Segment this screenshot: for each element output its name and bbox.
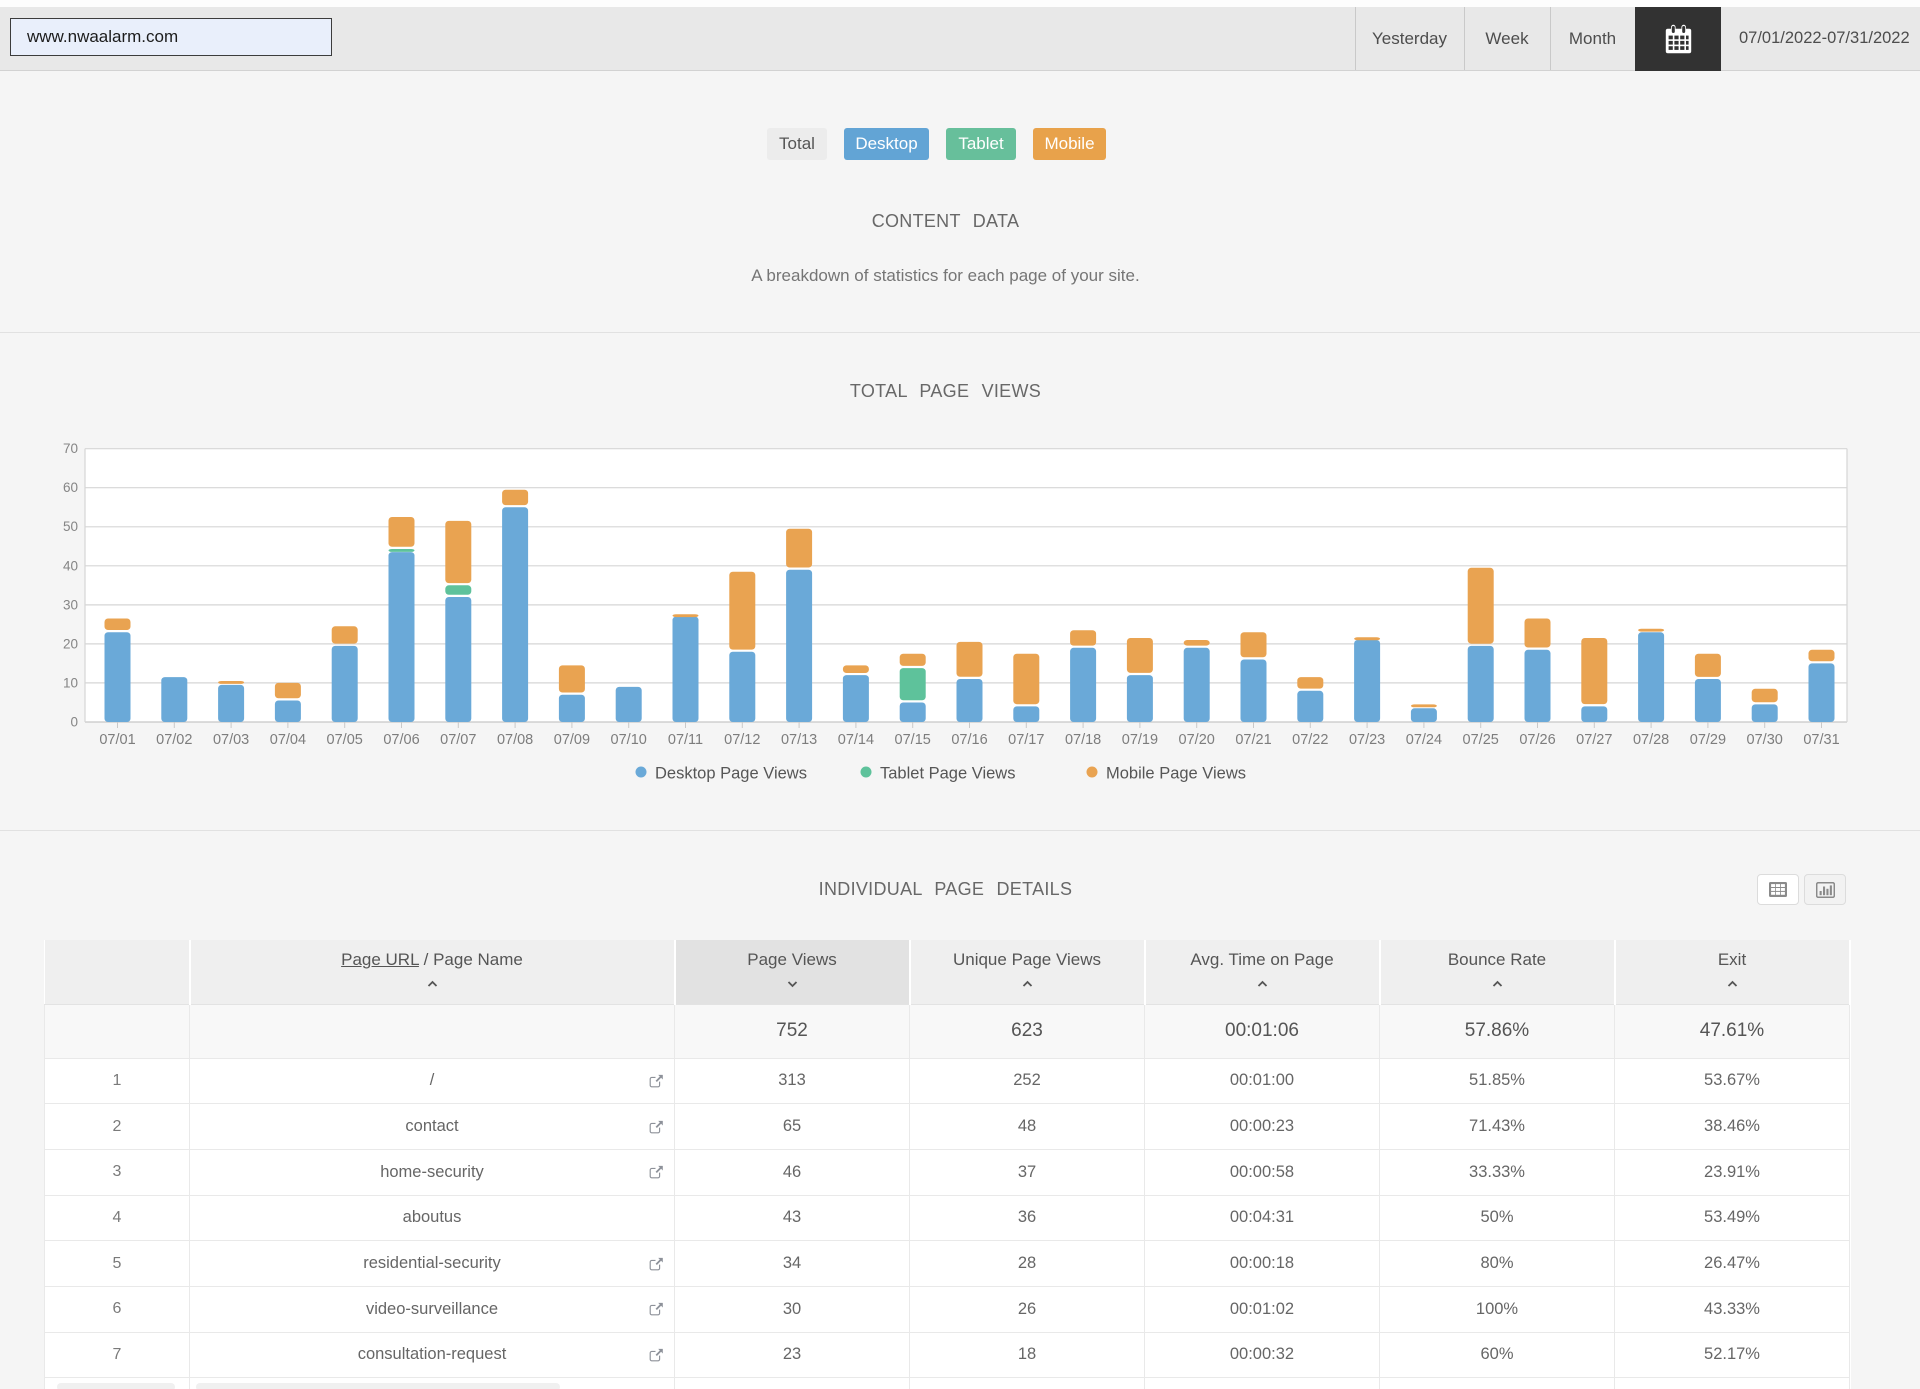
svg-text:07/29: 07/29 [1690,732,1726,748]
svg-text:07/24: 07/24 [1406,732,1442,748]
svg-text:07/22: 07/22 [1292,732,1328,748]
svg-text:07/09: 07/09 [554,732,590,748]
svg-text:07/03: 07/03 [213,732,249,748]
svg-text:60: 60 [63,480,78,495]
svg-text:0: 0 [70,715,78,730]
svg-text:40: 40 [63,558,78,573]
svg-text:07/05: 07/05 [327,732,363,748]
svg-text:50: 50 [63,519,78,534]
svg-text:07/01: 07/01 [99,732,135,748]
svg-text:10: 10 [63,675,78,690]
svg-text:07/31: 07/31 [1803,732,1839,748]
svg-text:07/30: 07/30 [1747,732,1783,748]
svg-text:07/12: 07/12 [724,732,760,748]
svg-text:07/11: 07/11 [668,732,703,748]
svg-text:07/28: 07/28 [1633,732,1669,748]
svg-text:20: 20 [63,636,78,651]
svg-text:07/04: 07/04 [270,732,306,748]
svg-text:07/13: 07/13 [781,732,817,748]
svg-text:07/02: 07/02 [156,732,192,748]
svg-text:07/27: 07/27 [1576,732,1612,748]
svg-text:07/18: 07/18 [1065,732,1101,748]
svg-text:07/19: 07/19 [1122,732,1158,748]
svg-text:07/23: 07/23 [1349,732,1385,748]
svg-text:07/06: 07/06 [383,732,419,748]
svg-text:07/25: 07/25 [1463,732,1499,748]
svg-text:07/20: 07/20 [1179,732,1215,748]
svg-text:07/21: 07/21 [1235,732,1271,748]
svg-text:Desktop Page Views: Desktop Page Views [655,765,807,783]
svg-text:07/14: 07/14 [838,732,874,748]
svg-text:07/16: 07/16 [951,732,987,748]
svg-text:07/15: 07/15 [895,732,931,748]
svg-text:07/08: 07/08 [497,732,533,748]
svg-text:70: 70 [63,441,78,456]
svg-text:30: 30 [63,597,78,612]
svg-text:07/17: 07/17 [1008,732,1044,748]
svg-text:07/10: 07/10 [611,732,647,748]
svg-text:Tablet Page Views: Tablet Page Views [880,765,1015,783]
svg-text:07/07: 07/07 [440,732,476,748]
svg-text:07/26: 07/26 [1519,732,1555,748]
svg-text:Mobile Page Views: Mobile Page Views [1106,765,1246,783]
